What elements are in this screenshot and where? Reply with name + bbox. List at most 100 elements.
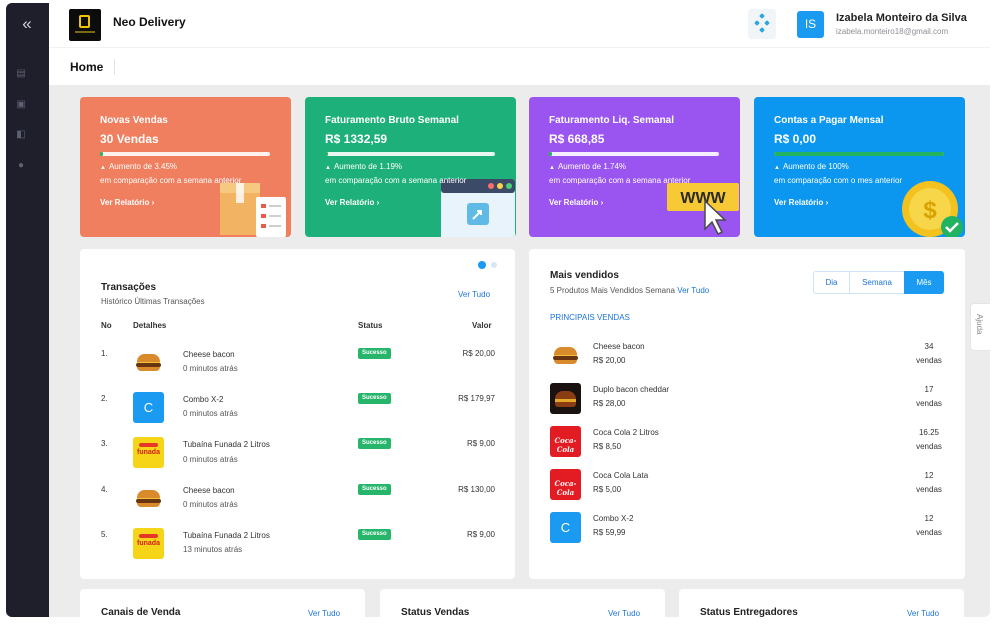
funada-thumbnail: funada bbox=[133, 528, 164, 559]
view-report-link[interactable]: Ver Relatório › bbox=[549, 198, 603, 207]
info-icon[interactable]: ● bbox=[15, 161, 27, 171]
section-title: PRINCIPAIS VENDAS bbox=[550, 313, 630, 322]
carousel-dot-active[interactable] bbox=[478, 261, 486, 269]
divider bbox=[114, 59, 115, 75]
collapse-sidebar-icon[interactable]: « bbox=[14, 13, 40, 35]
stat-card-net-revenue: Faturamento Liq. Semanal R$ 668,85 ▲ Aume… bbox=[529, 97, 740, 237]
stat-progress bbox=[100, 152, 270, 156]
see-all-link[interactable]: Ver Tudo bbox=[308, 609, 340, 617]
status-badge: Sucesso bbox=[358, 529, 391, 540]
stat-title: Faturamento Liq. Semanal bbox=[549, 115, 675, 126]
burger-thumbnail bbox=[133, 347, 164, 378]
see-all-link[interactable]: Ver Tudo bbox=[677, 286, 709, 295]
couriers-status-card: Status Entregadores Ver Tudo bbox=[679, 589, 964, 617]
stat-change: ▲ Aumento de 100% bbox=[774, 162, 849, 171]
see-all-link[interactable]: Ver Tudo bbox=[608, 609, 640, 617]
column-header-status: Status bbox=[358, 321, 383, 330]
user-email: izabela.monteiro18@gmail.com bbox=[836, 27, 949, 36]
double-burger-thumbnail bbox=[550, 383, 581, 414]
stat-title: Novas Vendas bbox=[100, 115, 168, 126]
stat-compare: em comparação com a semana anterior bbox=[100, 176, 242, 185]
chevron-right-icon: › bbox=[151, 198, 155, 207]
view-report-link[interactable]: Ver Relatório › bbox=[100, 198, 154, 207]
stat-change: ▲ Aumento de 1.74% bbox=[549, 162, 626, 171]
sidebar: « ▤ ▣ ◧ ● bbox=[6, 3, 49, 617]
card-title: Status Vendas bbox=[401, 607, 470, 617]
stat-progress bbox=[774, 152, 944, 156]
view-report-link[interactable]: Ver Relatório › bbox=[774, 198, 828, 207]
burger-thumbnail bbox=[133, 483, 164, 514]
stat-value: 30 Vendas bbox=[100, 132, 159, 146]
status-badge: Sucesso bbox=[358, 438, 391, 449]
card-subtitle: 5 Produtos Mais Vendidos Semana Ver Tudo bbox=[550, 286, 710, 295]
stat-value: R$ 1332,59 bbox=[325, 132, 388, 146]
see-all-link[interactable]: Ver Tudo bbox=[907, 609, 939, 617]
combo-thumbnail: C bbox=[550, 512, 581, 543]
stat-value: R$ 0,00 bbox=[774, 132, 817, 146]
avatar[interactable]: IS bbox=[797, 11, 824, 38]
coin-check-icon: $ bbox=[902, 181, 963, 237]
card-subtitle: Histórico Últimas Transações bbox=[101, 297, 205, 306]
stat-card-new-sales: Novas Vendas 30 Vendas ▲ Aumento de 3.45%… bbox=[80, 97, 291, 237]
stat-title: Contas a Pagar Mensal bbox=[774, 115, 884, 126]
card-title: Transações bbox=[101, 282, 157, 293]
best-sellers-card: Mais vendidos 5 Produtos Mais Vendidos S… bbox=[529, 249, 965, 579]
view-report-link[interactable]: Ver Relatório › bbox=[325, 198, 379, 207]
funada-thumbnail: funada bbox=[133, 437, 164, 468]
coca-cola-thumbnail: Coca-Cola bbox=[550, 426, 581, 457]
apps-icon[interactable] bbox=[748, 9, 776, 39]
chevron-right-icon: › bbox=[376, 198, 380, 207]
stat-compare: em comparação com a semana anterior bbox=[325, 176, 467, 185]
stat-change: ▲ Aumento de 1.19% bbox=[325, 162, 402, 171]
combo-thumbnail: C bbox=[133, 392, 164, 423]
coca-cola-thumbnail: Coca-Cola bbox=[550, 469, 581, 500]
page-title: Home bbox=[70, 60, 104, 74]
card-title: Mais vendidos bbox=[550, 270, 619, 281]
column-header-value: Valor bbox=[472, 321, 492, 330]
svg-text:WWW: WWW bbox=[680, 190, 726, 207]
bag-icon[interactable]: ◧ bbox=[15, 130, 27, 140]
arrow-up-icon: ▲ bbox=[325, 165, 331, 171]
stat-value: R$ 668,85 bbox=[549, 132, 605, 146]
arrow-up-icon: ▲ bbox=[774, 165, 780, 171]
sales-status-card: Status Vendas Ver Tudo bbox=[380, 589, 665, 617]
www-cursor-icon: WWW bbox=[667, 183, 739, 235]
stat-progress bbox=[549, 152, 719, 156]
brand-name: Neo Delivery bbox=[113, 15, 186, 29]
chevron-right-icon: › bbox=[825, 198, 829, 207]
stat-title: Faturamento Bruto Semanal bbox=[325, 115, 459, 126]
card-title: Status Entregadores bbox=[700, 607, 798, 617]
arrow-up-icon: ▲ bbox=[549, 165, 555, 171]
brand-logo[interactable] bbox=[69, 9, 101, 41]
burger-thumbnail bbox=[550, 340, 581, 371]
see-all-link[interactable]: Ver Tudo bbox=[458, 290, 490, 299]
id-card-icon[interactable]: ▤ bbox=[15, 69, 27, 79]
svg-text:$: $ bbox=[923, 197, 937, 224]
chevron-right-icon: › bbox=[600, 198, 604, 207]
help-tab[interactable]: Ajuda bbox=[970, 303, 990, 351]
carousel-dot[interactable] bbox=[491, 262, 497, 268]
status-badge: Sucesso bbox=[358, 348, 391, 359]
card-title: Canais de Venda bbox=[101, 607, 181, 617]
sales-channels-card: Canais de Venda Ver Tudo bbox=[80, 589, 365, 617]
app-frame: « ▤ ▣ ◧ ● Neo Delivery IS Izabela Montei… bbox=[6, 3, 990, 617]
stat-change: ▲ Aumento de 3.45% bbox=[100, 162, 177, 171]
stat-compare: em comparação com o mes anterior bbox=[774, 176, 903, 185]
tab-week[interactable]: Semana bbox=[849, 271, 905, 294]
stat-card-gross-revenue: Faturamento Bruto Semanal R$ 1332,59 ▲ Au… bbox=[305, 97, 516, 237]
column-header-details: Detalhes bbox=[133, 321, 167, 330]
stat-card-accounts-payable: Contas a Pagar Mensal R$ 0,00 ▲ Aumento d… bbox=[754, 97, 965, 237]
column-header-no: No bbox=[101, 321, 112, 330]
money-icon[interactable]: ▣ bbox=[15, 100, 27, 110]
arrow-up-icon: ▲ bbox=[100, 165, 106, 171]
stat-progress bbox=[325, 152, 495, 156]
page-header: Home bbox=[49, 47, 990, 85]
user-name[interactable]: Izabela Monteiro da Silva bbox=[836, 12, 967, 24]
tab-day[interactable]: Dia bbox=[813, 271, 850, 294]
transactions-card: Transações Histórico Últimas Transações … bbox=[80, 249, 515, 579]
status-badge: Sucesso bbox=[358, 393, 391, 404]
status-badge: Sucesso bbox=[358, 484, 391, 495]
top-bar: Neo Delivery IS Izabela Monteiro da Silv… bbox=[49, 3, 990, 47]
tab-month[interactable]: Mês bbox=[904, 271, 944, 294]
stat-compare: em comparação com a semana anterior bbox=[549, 176, 691, 185]
